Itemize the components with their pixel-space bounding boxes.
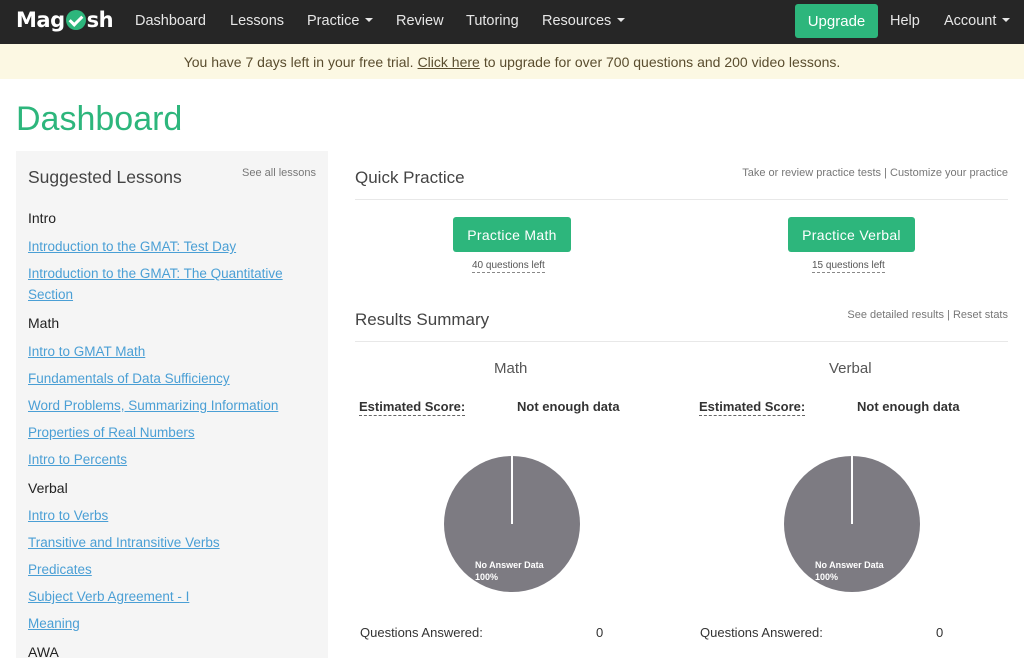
math-pie-percent: 100% xyxy=(475,572,498,582)
math-estimated-score-value: Not enough data xyxy=(517,399,620,414)
verbal-questions-answered-value: 0 xyxy=(936,625,944,640)
math-pie-label: No Answer Data xyxy=(475,560,545,570)
suggested-lessons-panel: Suggested Lessons See all lessons Intro … xyxy=(16,151,328,658)
lesson-link[interactable]: Meaning xyxy=(28,613,318,634)
nav-lessons[interactable]: Lessons xyxy=(230,13,284,29)
nav-account-label: Account xyxy=(944,13,997,29)
banner-upgrade-link[interactable]: Click here xyxy=(418,54,480,70)
banner-text-before: You have 7 days left in your free trial. xyxy=(183,53,414,70)
math-questions-left[interactable]: 40 questions left xyxy=(472,260,545,273)
lesson-link[interactable]: Intro to GMAT Math xyxy=(28,341,318,362)
math-column-title: Math xyxy=(494,360,528,377)
results-summary-title: Results Summary xyxy=(355,310,490,329)
nav-practice[interactable]: Practice xyxy=(307,13,374,29)
see-all-lessons-link[interactable]: See all lessons xyxy=(242,167,316,179)
practice-math-button[interactable]: Practice Math xyxy=(453,217,571,252)
verbal-results-pie-chart: No Answer Data 100% xyxy=(784,456,920,592)
verbal-questions-left[interactable]: 15 questions left xyxy=(812,260,885,273)
math-questions-answered-value: 0 xyxy=(596,625,604,640)
lesson-link[interactable]: Transitive and Intransitive Verbs xyxy=(28,532,318,553)
math-results-pie-chart: No Answer Data 100% xyxy=(444,456,580,592)
quick-practice-title: Quick Practice xyxy=(355,168,465,187)
verbal-estimated-score-value: Not enough data xyxy=(857,399,960,414)
practice-tests-link[interactable]: Take or review practice tests xyxy=(742,167,881,179)
section-math: Math xyxy=(28,315,60,331)
reset-stats-link[interactable]: Reset stats xyxy=(953,309,1008,321)
nav-account[interactable]: Account xyxy=(944,13,1011,29)
verbal-estimated-score-label[interactable]: Estimated Score: xyxy=(699,399,806,416)
lesson-link[interactable]: Introduction to the GMAT: The Quantitati… xyxy=(28,263,318,305)
banner-text-after: to upgrade for over 700 questions and 20… xyxy=(483,53,841,70)
nav-tutoring[interactable]: Tutoring xyxy=(466,13,519,29)
section-verbal: Verbal xyxy=(28,480,68,496)
detailed-results-link[interactable]: See detailed results xyxy=(847,309,944,321)
nav-resources-label: Resources xyxy=(542,13,612,29)
logo-text-left: Mag xyxy=(16,8,65,32)
lesson-link[interactable]: Subject Verb Agreement - I xyxy=(28,586,318,607)
customize-practice-link[interactable]: Customize your practice xyxy=(890,167,1008,179)
lesson-link[interactable]: Intro to Percents xyxy=(28,449,318,470)
practice-verbal-button[interactable]: Practice Verbal xyxy=(788,217,915,252)
verbal-pie-label: No Answer Data xyxy=(815,560,885,570)
lesson-link[interactable]: Fundamentals of Data Sufficiency xyxy=(28,368,318,389)
nav-practice-label: Practice xyxy=(307,13,360,29)
lesson-link[interactable]: Word Problems, Summarizing Information xyxy=(28,395,318,416)
verbal-questions-answered-label: Questions Answered: xyxy=(700,625,823,640)
verbal-pie-percent: 100% xyxy=(815,572,838,582)
section-intro: Intro xyxy=(28,210,57,226)
nav-resources[interactable]: Resources xyxy=(542,13,626,29)
upgrade-button[interactable]: Upgrade xyxy=(795,4,878,38)
section-awa: AWA xyxy=(28,644,59,658)
quick-practice-links: Take or review practice tests | Customiz… xyxy=(742,167,1008,179)
page-title: Dashboard xyxy=(16,100,183,138)
caret-down-icon xyxy=(617,18,626,22)
verbal-column-title: Verbal xyxy=(829,360,872,377)
caret-down-icon xyxy=(1002,18,1011,22)
nav-dashboard[interactable]: Dashboard xyxy=(135,13,206,29)
lesson-link[interactable]: Predicates xyxy=(28,559,318,580)
math-estimated-score-label[interactable]: Estimated Score: xyxy=(359,399,466,416)
nav-review[interactable]: Review xyxy=(396,13,444,29)
math-questions-answered-label: Questions Answered: xyxy=(360,625,483,640)
lesson-link[interactable]: Introduction to the GMAT: Test Day xyxy=(28,236,318,257)
divider xyxy=(355,199,1008,200)
lesson-link[interactable]: Intro to Verbs xyxy=(28,505,318,526)
logo-text-right: sh xyxy=(86,8,114,32)
results-links: See detailed results | Reset stats xyxy=(847,309,1008,321)
magoosh-logo[interactable]: Mag sh xyxy=(16,8,114,32)
nav-help[interactable]: Help xyxy=(890,13,920,29)
lesson-link[interactable]: Properties of Real Numbers xyxy=(28,422,318,443)
caret-down-icon xyxy=(365,18,374,22)
sidebar-title: Suggested Lessons xyxy=(28,167,182,187)
top-navbar: Mag sh Dashboard Lessons Practice Review … xyxy=(0,0,1024,44)
divider xyxy=(355,341,1008,342)
trial-banner: You have 7 days left in your free trial.… xyxy=(0,44,1024,79)
checkmark-icon xyxy=(65,10,86,30)
